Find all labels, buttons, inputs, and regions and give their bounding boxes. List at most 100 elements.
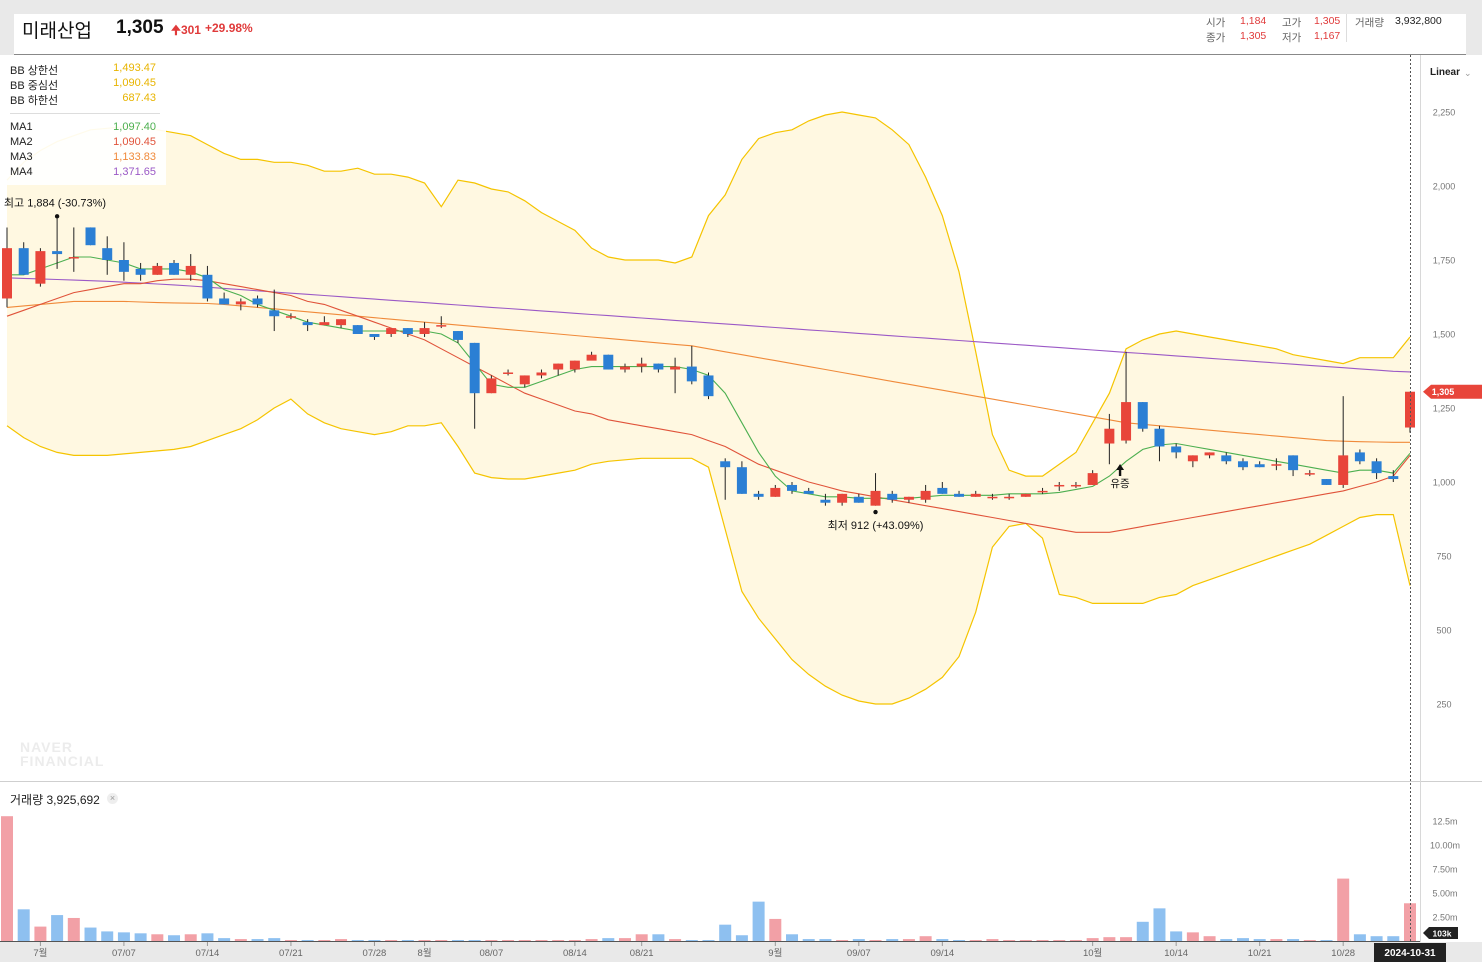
ohlc-summary: 시가 1,184 고가 1,305 거래량 3,932,800 종가 1,305… — [1206, 14, 1462, 44]
candle-body — [1121, 402, 1132, 441]
candle-body — [486, 378, 497, 394]
volume-bar — [552, 940, 565, 942]
volume-value: 3,932,800 — [1395, 15, 1442, 27]
watermark-logo: NAVER FINANCIAL — [20, 739, 105, 769]
indicator-legend: BB 상한선 1,493.47 BB 중심선 1,090.45 BB 하한선 687.… — [0, 57, 166, 185]
volume-bar — [1186, 932, 1199, 941]
volume-bar — [802, 939, 815, 941]
chart-svg: 250 500 750 1,000 1,250 1,500 1,750 2,000 2,250 2… — [0, 55, 1482, 962]
close-icon[interactable]: × — [107, 793, 118, 804]
volume-bar — [852, 939, 865, 941]
candle-body — [152, 265, 163, 275]
candle-body — [536, 372, 547, 376]
volume-bar — [218, 938, 231, 941]
price-axis-area — [1420, 55, 1482, 781]
volume-bar — [168, 935, 181, 941]
candle-body — [402, 328, 413, 334]
volume-bar — [919, 936, 932, 941]
candle-body — [853, 496, 864, 503]
x-tick-label: 7월 — [33, 947, 47, 959]
candle-body — [452, 331, 463, 340]
scale-mode-button[interactable]: Linear — [1430, 67, 1460, 78]
chart-frame: 250 500 750 1,000 1,250 1,500 1,750 2,000 2,250 2… — [0, 0, 1482, 962]
low-marker — [873, 509, 878, 515]
candle-body — [1171, 446, 1182, 453]
volume-bar — [1236, 938, 1249, 941]
candle-body — [803, 490, 814, 494]
candle-body — [987, 496, 998, 499]
legend-ma1[interactable]: MA1 1,097.40 — [10, 121, 156, 135]
volume-bar — [1203, 936, 1216, 941]
price-change: 🠉301 — [171, 23, 201, 37]
volume-bar — [1153, 908, 1166, 941]
price-tick-label: 1,750 — [1433, 256, 1456, 266]
volume-bar — [585, 939, 598, 941]
legend-bb-middle[interactable]: BB 중심선 1,090.45 — [10, 77, 156, 92]
volume-bar — [101, 931, 114, 941]
x-tick-label: 07/21 — [279, 948, 303, 959]
price-tick-label: 250 — [1436, 700, 1451, 710]
open-value: 1,184 — [1240, 15, 1267, 27]
low-label: 저가 — [1282, 32, 1302, 44]
chevron-down-icon[interactable]: ⌄ — [1464, 68, 1472, 79]
candle-body — [519, 375, 530, 385]
volume-bar — [84, 927, 97, 941]
stock-price: 1,305 — [116, 17, 164, 38]
volume-bar — [1370, 936, 1383, 941]
legend-ma2[interactable]: MA2 1,090.45 — [10, 136, 156, 150]
candle-body — [770, 487, 781, 497]
candle-body — [903, 496, 914, 500]
candle-body — [820, 499, 831, 503]
candle-body — [1004, 496, 1015, 499]
volume-bar — [234, 939, 247, 941]
volume-bar — [401, 940, 414, 942]
candle-body — [235, 301, 246, 305]
volume-bar — [1103, 937, 1116, 941]
x-tick-label: 08/21 — [630, 948, 654, 959]
candle-body — [736, 467, 747, 494]
close-value: 1,305 — [1240, 30, 1267, 42]
volume-bar — [1069, 940, 1082, 942]
current-date-label: 2024-10-31 — [1384, 948, 1436, 959]
volume-bar — [1086, 938, 1099, 941]
candle-body — [1154, 428, 1165, 447]
legend-bb-lower[interactable]: BB 하한선 687.43 — [10, 92, 156, 107]
stock-name[interactable]: 미래산업 — [22, 16, 92, 43]
candle-body — [586, 354, 597, 361]
candle-body — [569, 360, 580, 370]
legend-ma4[interactable]: MA4 1,371.65 — [10, 166, 156, 180]
candle-body — [1405, 391, 1415, 428]
volume-bar — [268, 938, 281, 941]
volume-bar — [1170, 931, 1183, 941]
candle-body — [1221, 455, 1232, 462]
volume-bar — [134, 933, 147, 941]
volume-bar — [67, 917, 80, 941]
volume-bar — [836, 940, 849, 942]
volume-panel-label: 거래량 3,925,692 — [10, 793, 100, 807]
legend-ma3[interactable]: MA3 1,133.83 — [10, 151, 156, 165]
volume-bar — [451, 940, 464, 942]
candle-body — [887, 493, 898, 500]
x-tick-label: 07/07 — [112, 948, 136, 959]
candle-body — [503, 372, 514, 374]
volume-bar — [652, 934, 665, 941]
candle-body — [1321, 479, 1332, 485]
candle-body — [68, 257, 79, 259]
candle-body — [870, 490, 881, 506]
volume-bar — [385, 940, 398, 942]
low-value: 1,167 — [1314, 30, 1341, 42]
candle-body — [202, 274, 213, 299]
legend-bb-upper[interactable]: BB 상한선 1,493.47 — [10, 62, 156, 77]
volume-bar — [869, 940, 882, 942]
volume-bar — [702, 940, 715, 942]
candle-body — [252, 298, 263, 305]
candle-body — [1237, 461, 1248, 468]
candle-body — [1054, 484, 1065, 487]
volume-bar — [819, 939, 832, 941]
volume-bar — [251, 939, 264, 941]
volume-bar — [435, 940, 448, 942]
volume-bar — [17, 909, 30, 941]
candle-body — [619, 366, 630, 370]
price-tick-label: 500 — [1436, 626, 1451, 636]
volume-bar — [301, 940, 314, 942]
